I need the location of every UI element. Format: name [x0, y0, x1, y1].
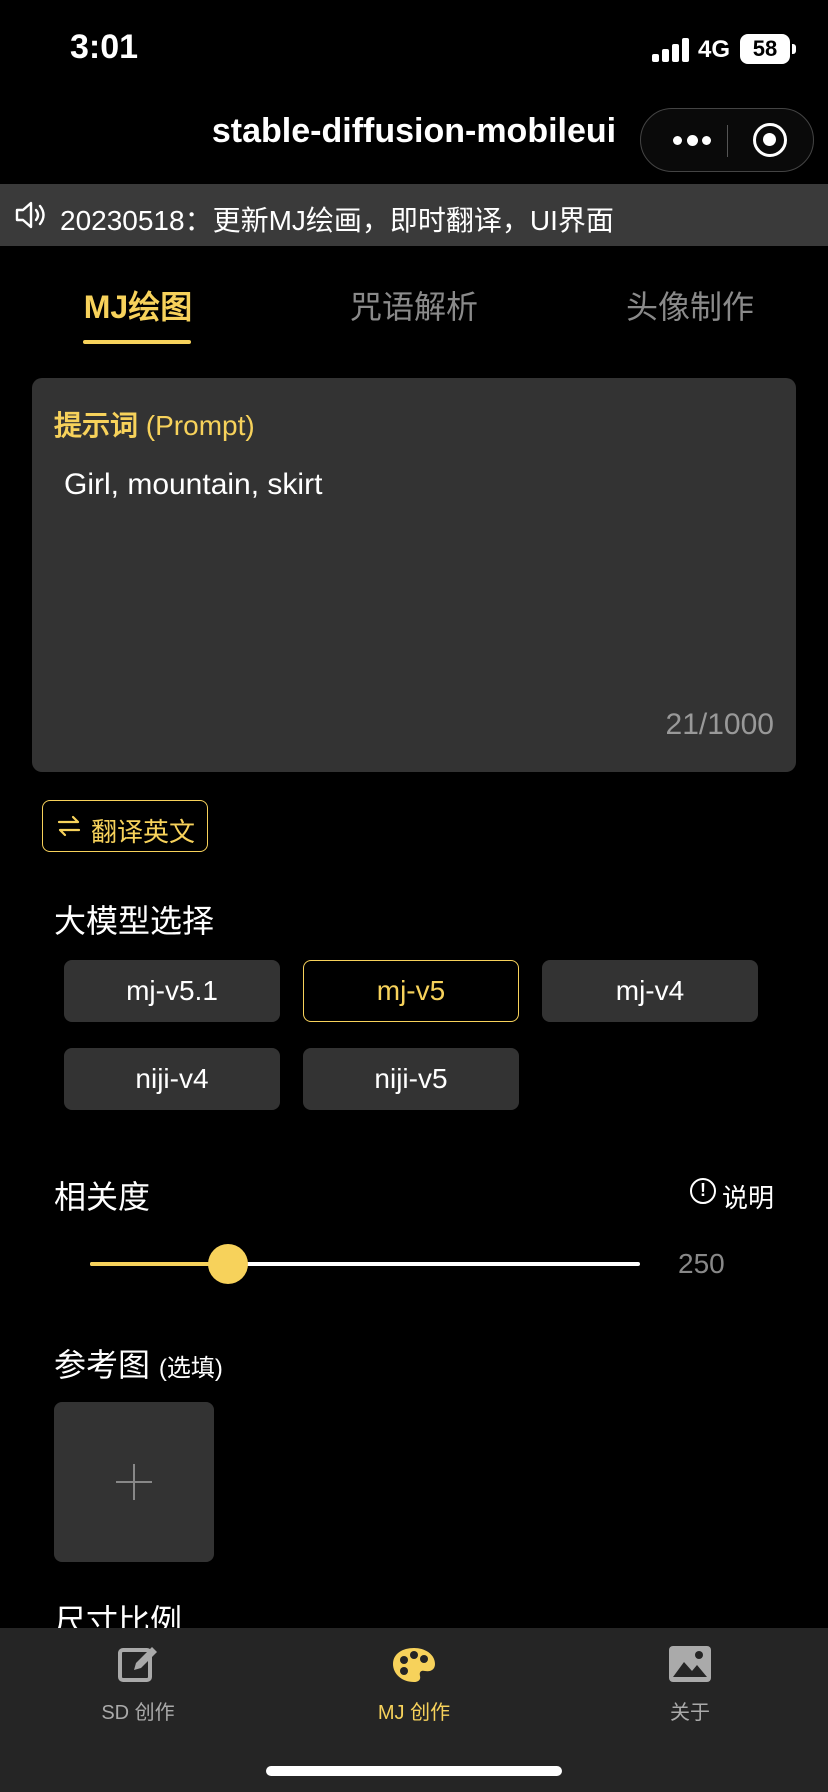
close-icon[interactable] [753, 123, 787, 157]
tab-prompt-analysis[interactable]: 咒语解析 [276, 282, 552, 328]
relevance-slider[interactable] [90, 1244, 640, 1284]
home-indicator [266, 1766, 562, 1776]
network-label: 4G [698, 36, 731, 63]
prompt-input[interactable]: Girl, mountain, skirt [64, 468, 322, 502]
app-page: 3:01 4G 58 stable-diffusion-mobileui 202… [0, 0, 828, 1792]
model-option[interactable]: mj-v4 [542, 960, 758, 1022]
reference-title-text: 参考图 [54, 1347, 151, 1383]
tabbar-item-mj[interactable]: MJ 创作 [276, 1640, 552, 1725]
translate-button[interactable]: 翻译英文 [42, 800, 208, 852]
reference-optional: (选填) [158, 1355, 223, 1382]
signal-icon [652, 38, 690, 62]
reference-title: 参考图 (选填) [54, 1340, 223, 1386]
speaker-icon [15, 201, 45, 229]
model-option-selected[interactable]: mj-v5 [303, 960, 519, 1022]
prompt-label: 提示词 (Prompt) [54, 404, 255, 444]
image-icon [669, 1646, 711, 1682]
model-option[interactable]: niji-v4 [64, 1048, 280, 1110]
battery-icon: 58 [740, 34, 790, 64]
edit-icon [118, 1647, 157, 1682]
prompt-card: 提示词 (Prompt) Girl, mountain, skirt 21/10… [32, 378, 796, 772]
model-section-title: 大模型选择 [54, 903, 215, 939]
status-bar: 3:01 4G 58 [0, 0, 828, 100]
more-icon[interactable] [667, 125, 717, 155]
help-label: 说明 [722, 1183, 775, 1213]
prompt-label-hint: (Prompt) [145, 410, 255, 441]
tab-underline [83, 340, 191, 344]
prompt-label-text: 提示词 [54, 410, 139, 441]
tab-mj-drawing[interactable]: MJ绘图 [0, 282, 276, 328]
tabbar-label-about: 关于 [670, 1702, 710, 1724]
notice-bar: 20230518：更新MJ绘画，即时翻译，UI界面 [0, 184, 828, 246]
model-option[interactable]: niji-v5 [303, 1048, 519, 1110]
palette-icon [393, 1648, 435, 1682]
status-time: 3:01 [70, 28, 139, 66]
swap-icon [57, 815, 81, 837]
relevance-title: 相关度 [54, 1179, 151, 1215]
plus-icon-vertical [133, 1464, 135, 1500]
tabbar-label-mj: MJ 创作 [377, 1702, 451, 1724]
relevance-value: 250 [678, 1248, 725, 1279]
tab-avatar[interactable]: 头像制作 [552, 282, 828, 328]
tabbar-item-about[interactable]: 关于 [552, 1640, 828, 1725]
slider-handle[interactable] [207, 1244, 248, 1284]
mini-program-capsule [640, 108, 814, 172]
capsule-divider [727, 125, 728, 157]
slider-fill [90, 1262, 228, 1266]
tab-bar: MJ绘图 咒语解析 头像制作 [0, 282, 828, 352]
tabbar-label-sd: SD 创作 [101, 1702, 175, 1724]
notice-text: 20230518：更新MJ绘画，即时翻译，UI界面 [60, 205, 614, 236]
reference-upload[interactable] [54, 1402, 214, 1562]
translate-label: 翻译英文 [91, 817, 196, 847]
battery-cap [792, 44, 796, 54]
tabbar-item-sd[interactable]: SD 创作 [0, 1640, 276, 1725]
prompt-char-count: 21/1000 [665, 708, 774, 741]
model-option[interactable]: mj-v5.1 [64, 960, 280, 1022]
info-icon: ! [690, 1178, 716, 1204]
